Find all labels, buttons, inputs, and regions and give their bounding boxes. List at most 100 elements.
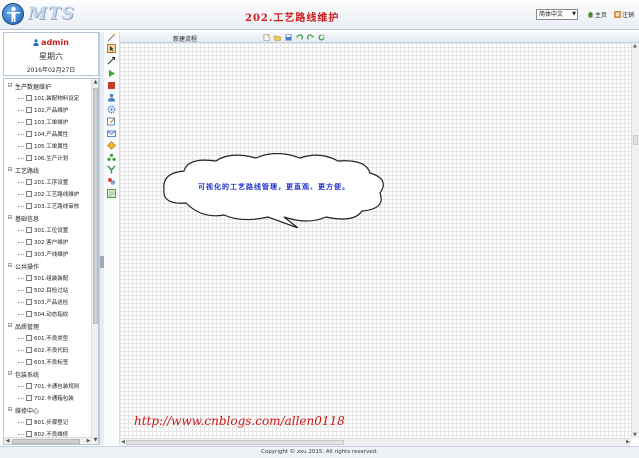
- tree-line: [18, 253, 24, 255]
- tree-line: [18, 181, 24, 183]
- nav-item-label: 303.产线维护: [34, 252, 69, 258]
- nav-item[interactable]: 701.卡通包装规则: [4, 380, 90, 392]
- nav-item[interactable]: 105.工单属性: [4, 140, 90, 152]
- nav-item-label: 501.组装装配: [34, 276, 69, 282]
- nav-item[interactable]: 702.卡通箱包装: [4, 392, 90, 404]
- home-link[interactable]: 主页: [587, 10, 607, 19]
- canvas-vscroll-thumb[interactable]: [633, 135, 638, 145]
- flow-name-label: 新建流程: [173, 36, 198, 43]
- nav-item[interactable]: 602.不良代码: [4, 344, 90, 356]
- edit-icon[interactable]: [107, 117, 116, 126]
- nav-item[interactable]: 302.客户维护: [4, 236, 90, 248]
- page-icon: [26, 419, 32, 425]
- nav-group-label: 基础信息: [15, 215, 40, 223]
- nav-item[interactable]: 301.工位设置: [4, 224, 90, 236]
- user-task-icon[interactable]: [107, 93, 116, 102]
- end-node-icon[interactable]: [107, 81, 116, 90]
- start-node-icon[interactable]: [107, 69, 116, 78]
- merge-icon[interactable]: [107, 165, 116, 174]
- nav-item-label: 202.工艺路线维护: [34, 192, 80, 198]
- nav-item[interactable]: 503.产品送检: [4, 296, 90, 308]
- page-icon: [26, 251, 32, 257]
- nav-group-label: 包装系统: [15, 371, 40, 379]
- expand-toggle-icon[interactable]: ⊟: [6, 262, 14, 270]
- scroll-down-icon[interactable]: ▼: [92, 437, 98, 444]
- nav-tree-vscrollbar[interactable]: ▲ ▼: [91, 79, 98, 444]
- nav-group[interactable]: ⊟ 工艺路线: [4, 164, 90, 176]
- nav-item[interactable]: 601.不良类型: [4, 332, 90, 344]
- language-select[interactable]: 简体中文 ▼: [536, 9, 578, 20]
- nav-group[interactable]: ⊟ 公共操作: [4, 260, 90, 272]
- mail-icon[interactable]: [107, 129, 116, 138]
- nav-item[interactable]: 203.工艺路线审核: [4, 200, 90, 212]
- cloud-note-text: 可视化的工艺路线管理，更直观、更方便。: [198, 182, 350, 191]
- nav-item[interactable]: 201.工序设置: [4, 176, 90, 188]
- nav-item[interactable]: 103.工单维护: [4, 116, 90, 128]
- nav-item[interactable]: 202.工艺路线维护: [4, 188, 90, 200]
- nav-item[interactable]: 102.产品维护: [4, 104, 90, 116]
- scroll-right-icon[interactable]: ▶: [85, 438, 92, 444]
- nav-group[interactable]: ⊟ 品质管理: [4, 320, 90, 332]
- nav-group[interactable]: ⊟ 包装系统: [4, 368, 90, 380]
- expand-toggle-icon[interactable]: ⊟: [6, 214, 14, 222]
- nav-tree-hscrollbar[interactable]: ◀ ▶: [4, 437, 92, 444]
- connector-tool-icon[interactable]: [107, 56, 116, 65]
- expand-toggle-icon[interactable]: ⊟: [6, 370, 14, 378]
- select-tool-icon[interactable]: [107, 44, 116, 53]
- redo-icon[interactable]: [307, 34, 314, 41]
- nav-item[interactable]: 303.产线维护: [4, 248, 90, 260]
- note-icon[interactable]: [107, 189, 116, 198]
- nav-tree-vscroll-thumb[interactable]: [93, 88, 98, 324]
- group-icon[interactable]: [107, 153, 116, 162]
- nav-item[interactable]: 504.动态指纹: [4, 308, 90, 320]
- canvas-hscrollbar[interactable]: ◀ ▶: [120, 438, 631, 446]
- canvas-scroll-right-icon[interactable]: ▶: [626, 439, 630, 445]
- nav-group-label: 工艺路线: [15, 167, 40, 175]
- canvas-scroll-down-icon[interactable]: ▼: [633, 432, 637, 438]
- tree-line: [18, 337, 24, 339]
- nav-item-label: 503.产品送检: [34, 300, 69, 306]
- canvas-scroll-left-icon[interactable]: ◀: [121, 439, 125, 445]
- design-canvas[interactable]: [120, 43, 631, 438]
- refresh-icon[interactable]: [318, 34, 325, 41]
- nav-item[interactable]: 106.生产计划: [4, 152, 90, 164]
- expand-toggle-icon[interactable]: ⊟: [6, 322, 14, 330]
- nav-item[interactable]: 104.产品属性: [4, 128, 90, 140]
- nav-tree-hscroll-thumb[interactable]: [12, 439, 80, 444]
- scroll-up-icon[interactable]: ▲: [92, 79, 98, 86]
- nav-group[interactable]: ⊟ 生产数据维护: [4, 80, 90, 92]
- settings-icon[interactable]: [107, 105, 116, 114]
- fork-icon[interactable]: [107, 141, 116, 150]
- nav-item-label: 201.工序设置: [34, 180, 69, 186]
- logout-link[interactable]: 注销: [614, 10, 634, 19]
- date-label: 2016年02月27日: [26, 67, 76, 74]
- nav-item[interactable]: 501.组装装配: [4, 272, 90, 284]
- expand-toggle-icon[interactable]: ⊟: [6, 166, 14, 174]
- save-icon[interactable]: [285, 34, 292, 41]
- canvas-scroll-up-icon[interactable]: ▲: [633, 43, 637, 49]
- expand-toggle-icon[interactable]: ⊟: [6, 82, 14, 90]
- new-file-icon[interactable]: [263, 34, 270, 41]
- nav-item[interactable]: 801.步骤登记: [4, 416, 90, 428]
- subprocess-icon[interactable]: [107, 177, 116, 186]
- nav-item[interactable]: 101.装配物料设定: [4, 92, 90, 104]
- undo-icon[interactable]: [296, 34, 303, 41]
- nav-item-label: 601.不良类型: [34, 336, 69, 342]
- expand-toggle-icon[interactable]: ⊟: [6, 406, 14, 414]
- nav-item-label: 602.不良代码: [34, 348, 69, 354]
- tree-line: [18, 313, 24, 315]
- scroll-left-icon[interactable]: ◀: [4, 438, 11, 444]
- logout-icon: [614, 11, 621, 18]
- nav-item[interactable]: 502.目检过站: [4, 284, 90, 296]
- wand-icon[interactable]: [107, 33, 116, 42]
- open-folder-icon[interactable]: [274, 34, 281, 41]
- nav-item-label: 504.动态指纹: [34, 312, 69, 318]
- nav-group[interactable]: ⊟ 基础信息: [4, 212, 90, 224]
- canvas-hscroll-thumb[interactable]: [126, 440, 344, 445]
- page-icon: [26, 287, 32, 293]
- nav-group[interactable]: ⊟ 维修中心: [4, 404, 90, 416]
- nav-item[interactable]: 603.不良标签: [4, 356, 90, 368]
- tree-line: [18, 133, 24, 135]
- canvas-vscrollbar[interactable]: ▲ ▼: [631, 43, 639, 438]
- nav-tree-list: ⊟ 生产数据维护 101.装配物料设定 102.产品维护 103.工单维护 104.产品属…: [4, 80, 90, 440]
